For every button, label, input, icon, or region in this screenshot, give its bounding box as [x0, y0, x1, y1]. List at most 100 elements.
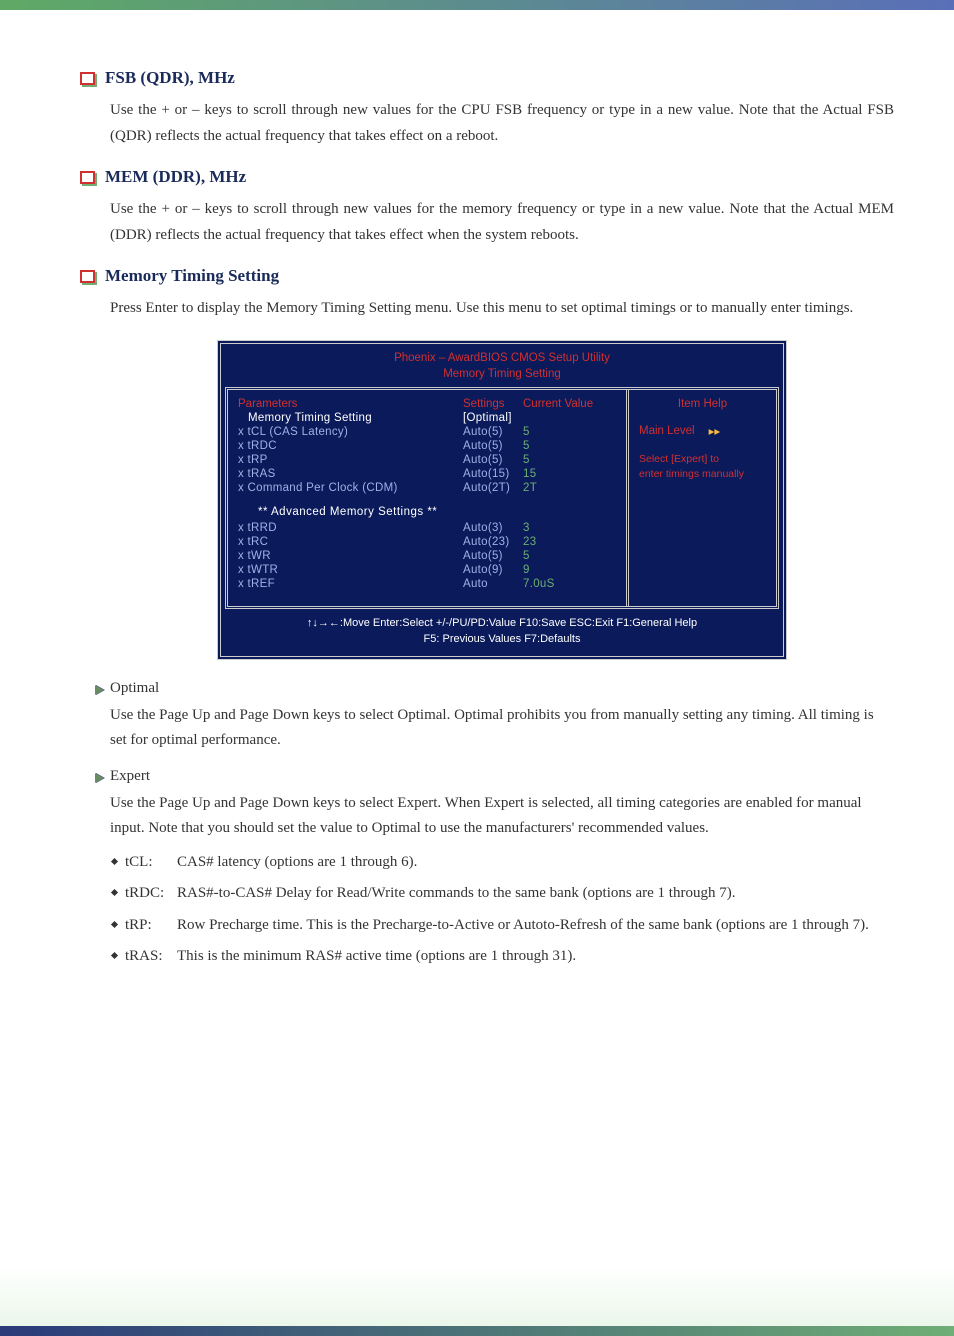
bios-panel: Phoenix – AwardBIOS CMOS Setup Utility M… — [217, 340, 787, 660]
item-help-title: Item Help — [639, 398, 766, 410]
setting: [Optimal] — [463, 412, 523, 424]
current: 5 — [523, 454, 530, 466]
subheading-optimal: Optimal — [95, 680, 894, 697]
heading-fsb: FSB (QDR), MHz — [105, 68, 235, 88]
col-params: Parameters — [238, 398, 463, 410]
bios-row-twr[interactable]: x tWR Auto(5) 5 — [238, 550, 616, 562]
bios-row-trp[interactable]: x tRP Auto(5) 5 — [238, 454, 616, 466]
bios-column-headers: Parameters Settings Current Value — [238, 398, 616, 410]
bios-row-tras[interactable]: x tRAS Auto(15) 15 — [238, 468, 616, 480]
footer-line-2: F5: Previous Values F7:Defaults — [225, 631, 779, 648]
bullet-tcl: tCL: CAS# latency (options are 1 through… — [110, 850, 894, 876]
expert-body: Use the Page Up and Page Down keys to se… — [110, 791, 894, 842]
body-fsb: Use the + or – keys to scroll through ne… — [110, 98, 894, 149]
expert-title: Expert — [110, 768, 150, 785]
setting: Auto(5) — [463, 454, 523, 466]
setting: Auto(5) — [463, 426, 523, 438]
bullet-tras: tRAS: This is the minimum RAS# active ti… — [110, 944, 894, 970]
adv-mem-header: ** Advanced Memory Settings ** — [258, 506, 616, 518]
help-line-2: enter timings manually — [639, 467, 766, 483]
bottom-accent-bar — [0, 1326, 954, 1336]
bullet-label: tCL: — [125, 850, 177, 876]
param: x tRRD — [238, 522, 463, 534]
square-bullet-icon — [80, 270, 95, 283]
bios-footer: ↑↓→←:Move Enter:Select +/-/PU/PD:Value F… — [221, 609, 783, 656]
bullet-trdc: tRDC: RAS#-to-CAS# Delay for Read/Write … — [110, 881, 894, 907]
bullet-desc: CAS# latency (options are 1 through 6). — [177, 850, 894, 876]
setting: Auto(23) — [463, 536, 523, 548]
section-heading-mem: MEM (DDR), MHz — [80, 167, 894, 187]
section-heading-memtiming: Memory Timing Setting — [80, 266, 894, 286]
footer-line-1: ↑↓→←:Move Enter:Select +/-/PU/PD:Value F… — [225, 615, 779, 632]
subheading-expert: Expert — [95, 768, 894, 785]
triangle-bullet-icon — [95, 685, 104, 695]
bullet-desc: Row Precharge time. This is the Precharg… — [177, 913, 894, 939]
diamond-bullet-icon — [111, 921, 118, 928]
bios-left-panel: Parameters Settings Current Value Memory… — [228, 390, 626, 606]
bios-row-twtr[interactable]: x tWTR Auto(9) 9 — [238, 564, 616, 576]
param: Memory Timing Setting — [248, 412, 463, 424]
bios-row-cdm[interactable]: x Command Per Clock (CDM) Auto(2T) 2T — [238, 482, 616, 494]
bullet-list: tCL: CAS# latency (options are 1 through… — [110, 850, 894, 970]
diamond-bullet-icon — [111, 952, 118, 959]
bottom-fade — [0, 1266, 954, 1326]
triangle-bullet-icon — [95, 773, 104, 783]
body-memtiming: Press Enter to display the Memory Timing… — [110, 296, 894, 322]
current: 15 — [523, 468, 536, 480]
main-level-row: Main Level ▸▸ — [639, 424, 766, 438]
col-current: Current Value — [523, 398, 593, 410]
setting: Auto(5) — [463, 550, 523, 562]
current: 2T — [523, 482, 537, 494]
bullet-desc: This is the minimum RAS# active time (op… — [177, 944, 894, 970]
bullet-label: tRP: — [125, 913, 177, 939]
optimal-body: Use the Page Up and Page Down keys to se… — [110, 703, 894, 754]
heading-memtiming: Memory Timing Setting — [105, 266, 279, 286]
setting: Auto(2T) — [463, 482, 523, 494]
optimal-title: Optimal — [110, 680, 159, 697]
setting: Auto(5) — [463, 440, 523, 452]
bullet-label: tRAS: — [125, 944, 177, 970]
help-text: Select [Expert] to enter timings manuall… — [639, 452, 766, 484]
bios-help-panel: Item Help Main Level ▸▸ Select [Expert] … — [626, 390, 776, 606]
param: x tCL (CAS Latency) — [238, 426, 463, 438]
bios-row-tcl[interactable]: x tCL (CAS Latency) Auto(5) 5 — [238, 426, 616, 438]
param: x tRDC — [238, 440, 463, 452]
setting: Auto — [463, 578, 523, 590]
bios-title-2: Memory Timing Setting — [221, 366, 783, 382]
diamond-bullet-icon — [111, 858, 118, 865]
square-bullet-icon — [80, 171, 95, 184]
current: 5 — [523, 426, 530, 438]
main-level-label: Main Level — [639, 425, 695, 437]
bios-row-trrd[interactable]: x tRRD Auto(3) 3 — [238, 522, 616, 534]
param: x tRP — [238, 454, 463, 466]
bios-row-trc[interactable]: x tRC Auto(23) 23 — [238, 536, 616, 548]
current: 23 — [523, 536, 536, 548]
bios-row-tref[interactable]: x tREF Auto 7.0uS — [238, 578, 616, 590]
current: 3 — [523, 522, 530, 534]
bios-title-1: Phoenix – AwardBIOS CMOS Setup Utility — [221, 350, 783, 366]
double-arrow-icon: ▸▸ — [709, 424, 721, 438]
bullet-desc: RAS#-to-CAS# Delay for Read/Write comman… — [177, 881, 894, 907]
setting: Auto(3) — [463, 522, 523, 534]
square-bullet-icon — [80, 72, 95, 85]
bullet-trp: tRP: Row Precharge time. This is the Pre… — [110, 913, 894, 939]
param: x Command Per Clock (CDM) — [238, 482, 463, 494]
bios-row-mts[interactable]: Memory Timing Setting [Optimal] — [238, 412, 616, 424]
bios-header: Phoenix – AwardBIOS CMOS Setup Utility M… — [221, 344, 783, 387]
param: x tWR — [238, 550, 463, 562]
bullet-label: tRDC: — [125, 881, 177, 907]
param: x tRC — [238, 536, 463, 548]
col-settings: Settings — [463, 398, 523, 410]
page-content: FSB (QDR), MHz Use the + or – keys to sc… — [0, 0, 954, 1336]
setting: Auto(15) — [463, 468, 523, 480]
body-mem: Use the + or – keys to scroll through ne… — [110, 197, 894, 248]
diamond-bullet-icon — [111, 889, 118, 896]
param: x tWTR — [238, 564, 463, 576]
current: 9 — [523, 564, 530, 576]
section-heading-fsb: FSB (QDR), MHz — [80, 68, 894, 88]
param: x tRAS — [238, 468, 463, 480]
bios-row-trdc[interactable]: x tRDC Auto(5) 5 — [238, 440, 616, 452]
current: 7.0uS — [523, 578, 555, 590]
setting: Auto(9) — [463, 564, 523, 576]
param: x tREF — [238, 578, 463, 590]
